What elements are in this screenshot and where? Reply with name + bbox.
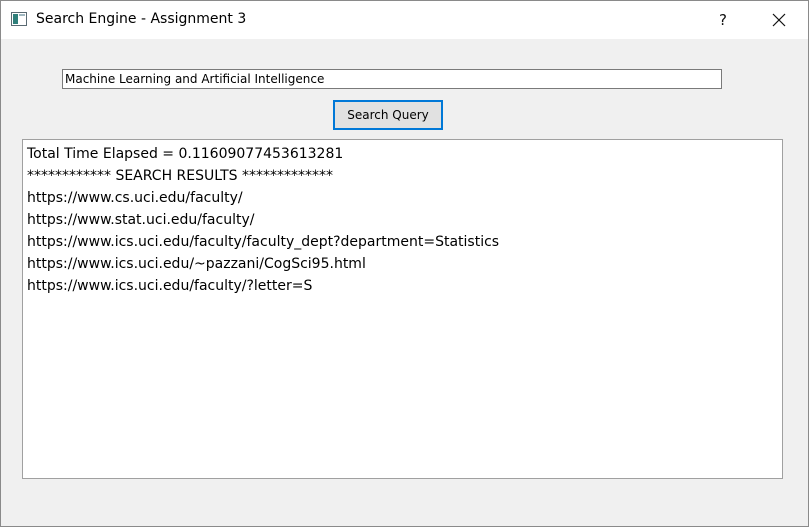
time-elapsed-line: Total Time Elapsed = 0.11609077453613281 (27, 146, 344, 162)
close-button[interactable] (756, 1, 802, 39)
result-url: https://www.ics.uci.edu/~pazzani/CogSci9… (27, 256, 366, 272)
app-window: Search Engine - Assignment 3 ? Search Qu… (0, 0, 809, 527)
result-url: https://www.cs.uci.edu/faculty/ (27, 190, 243, 206)
app-icon (11, 12, 27, 26)
result-url: https://www.ics.uci.edu/faculty/faculty_… (27, 234, 500, 250)
title-bar[interactable]: Search Engine - Assignment 3 ? (1, 1, 808, 39)
close-icon (772, 13, 786, 27)
results-header-line: ************ SEARCH RESULTS ************… (27, 168, 334, 184)
window-title: Search Engine - Assignment 3 (36, 11, 247, 27)
result-url: https://www.stat.uci.edu/faculty/ (27, 212, 255, 228)
results-text-area[interactable]: Total Time Elapsed = 0.11609077453613281… (22, 139, 783, 479)
help-button[interactable]: ? (701, 1, 745, 39)
result-url: https://www.ics.uci.edu/faculty/?letter=… (27, 278, 313, 294)
search-input[interactable] (62, 69, 722, 89)
search-query-button[interactable]: Search Query (333, 100, 443, 130)
